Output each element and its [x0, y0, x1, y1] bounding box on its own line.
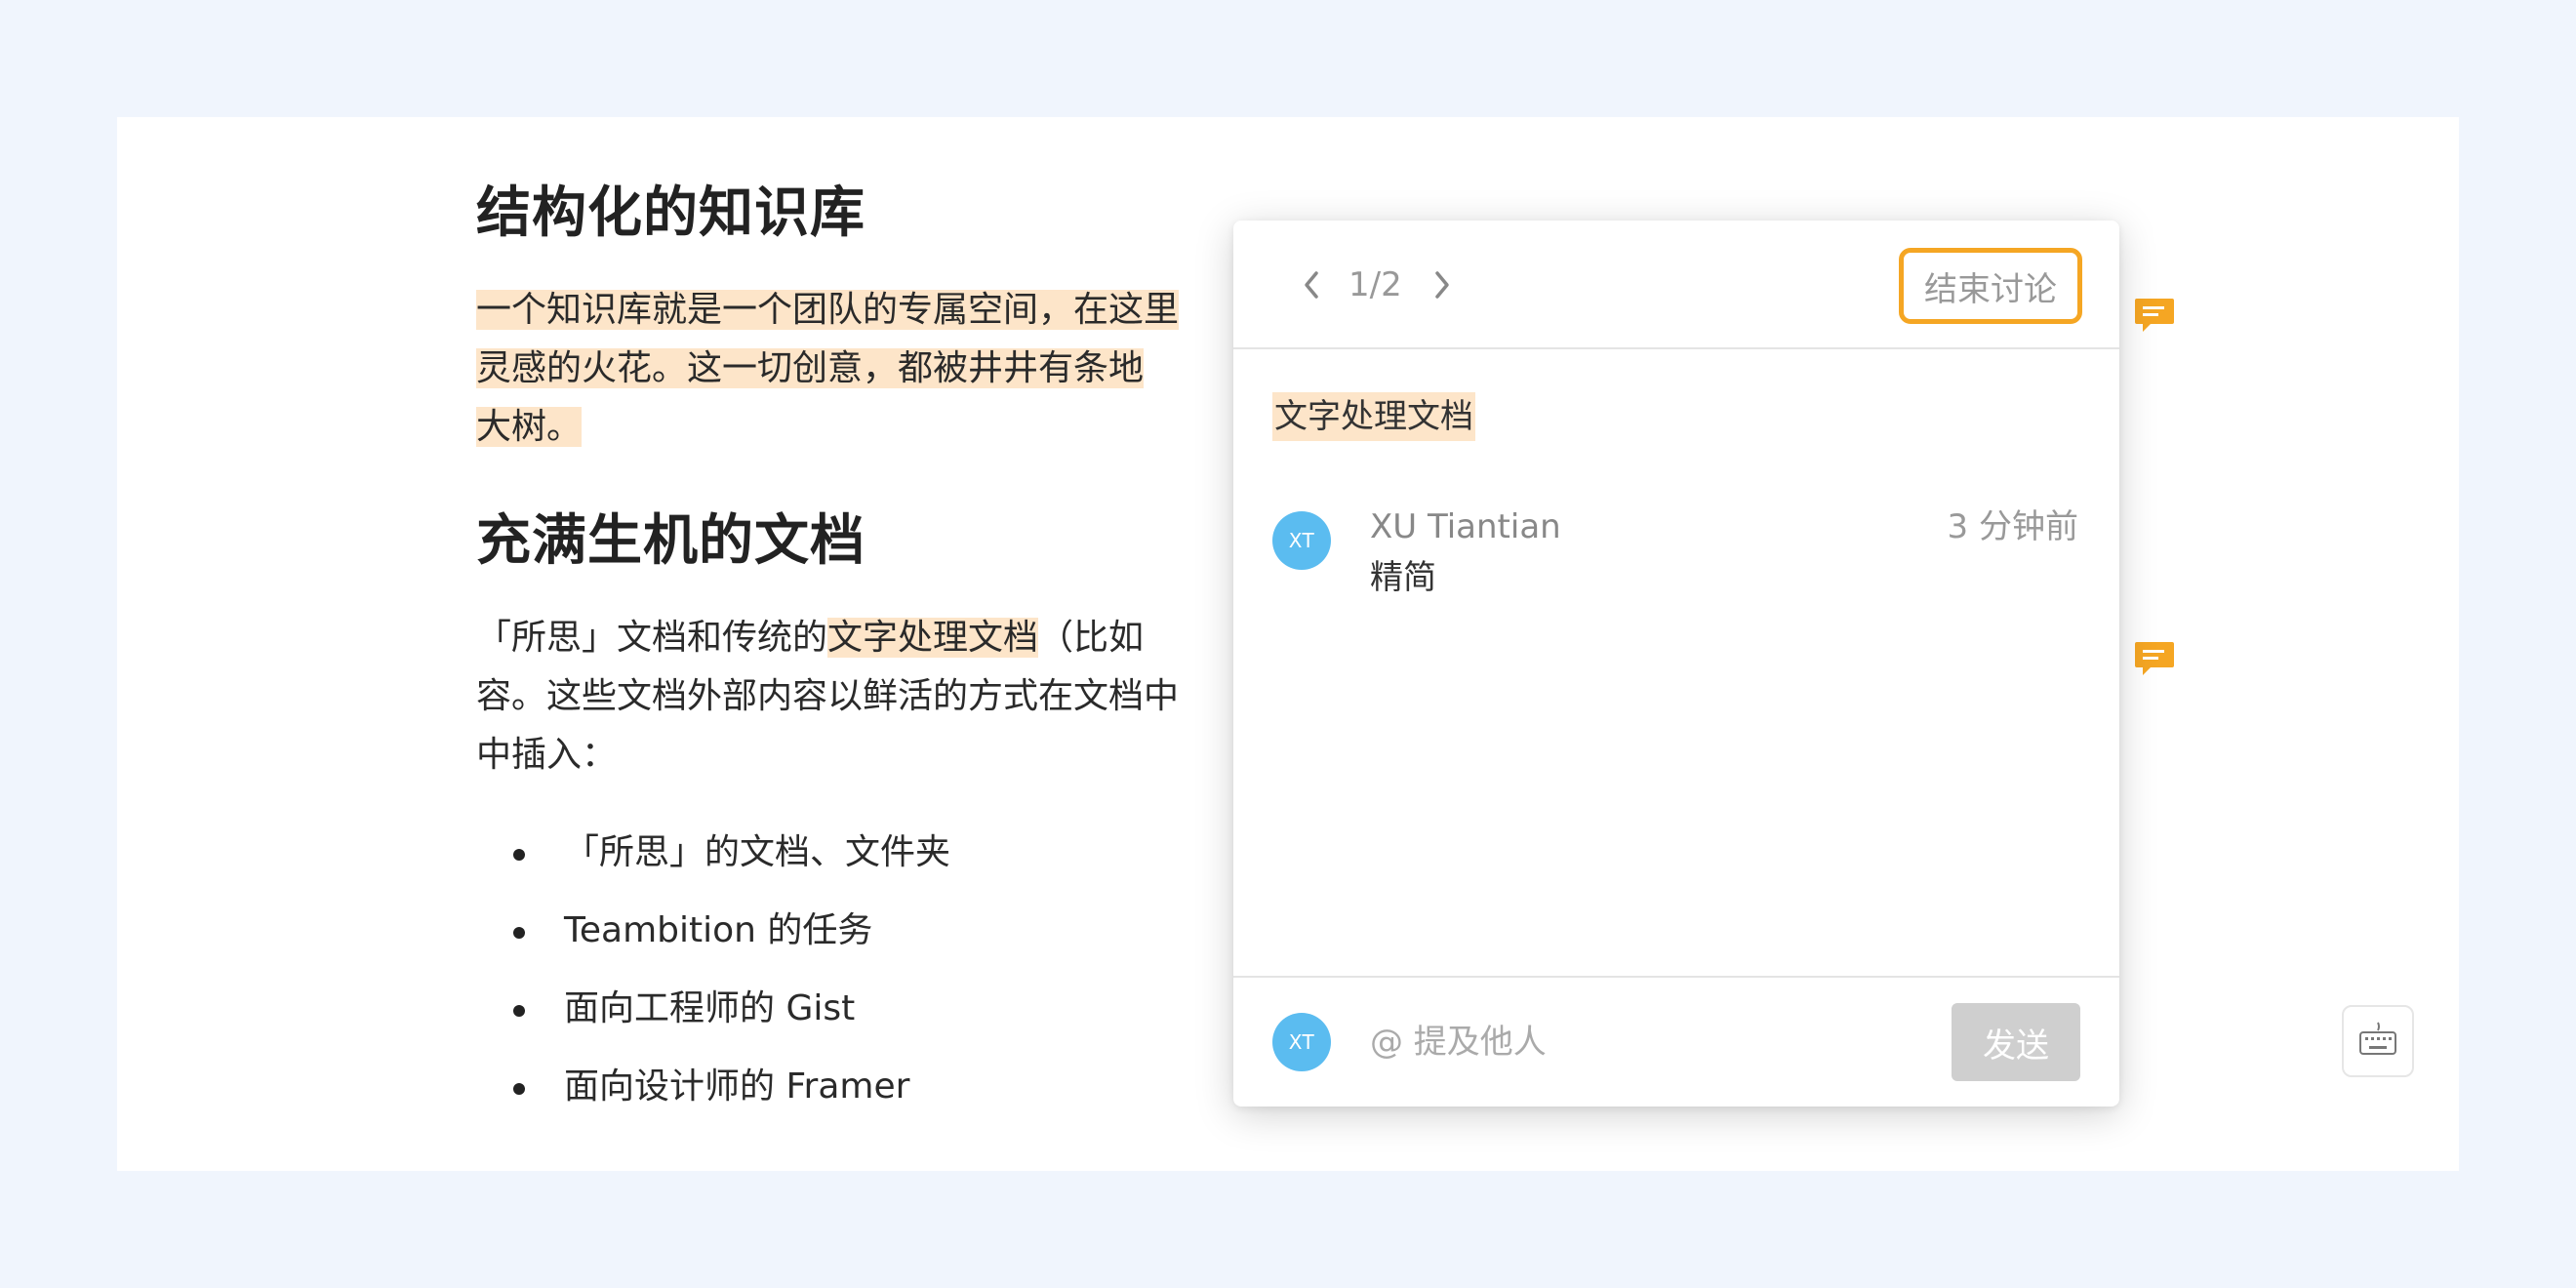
comment-panel: 1/2 结束讨论 文字处理文档 XT XU Tiantian 3 分钟前 精简 …	[1233, 221, 2119, 1107]
comment-pager: 1/2	[1348, 265, 1402, 304]
comment-panel-header: 1/2 结束讨论	[1233, 221, 2119, 349]
paragraph-text: 中插入：	[476, 735, 618, 775]
highlighted-text[interactable]: 大树。	[476, 407, 583, 447]
send-button[interactable]: 发送	[1952, 1003, 2080, 1081]
keyboard-shortcuts-button[interactable]	[2342, 1005, 2414, 1077]
highlighted-text[interactable]: 灵感的火花。这一切创意，都被井井有条地	[476, 348, 1145, 388]
highlighted-text[interactable]: 一个知识库就是一个团队的专属空间，在这里	[476, 290, 1180, 330]
comment-timestamp: 3 分钟前	[1947, 507, 2078, 546]
chevron-left-icon	[1302, 269, 1321, 304]
avatar[interactable]: XT	[1272, 511, 1331, 570]
comment-author: XU Tiantian	[1370, 507, 1561, 546]
quoted-text: 文字处理文档	[1272, 392, 1475, 441]
comment-bubble-icon[interactable]	[2133, 297, 2176, 336]
comment-body: 精简	[1370, 558, 1436, 597]
previous-comment-button[interactable]	[1294, 265, 1329, 308]
paragraph-text: 容。这些文档外部内容以鲜活的方式在文档中	[476, 676, 1180, 716]
highlighted-text[interactable]: 文字处理文档	[827, 618, 1039, 658]
comment-bubble-icon[interactable]	[2133, 640, 2176, 679]
end-discussion-button[interactable]: 结束讨论	[1899, 248, 2082, 324]
paragraph-text: 「所思」文档和传统的	[476, 618, 828, 658]
reply-input[interactable]	[1370, 1007, 1916, 1077]
next-comment-button[interactable]	[1425, 265, 1460, 308]
paragraph-text: （比如	[1038, 618, 1145, 658]
avatar: XT	[1272, 1013, 1331, 1071]
keyboard-icon	[2358, 1021, 2397, 1062]
chevron-right-icon	[1432, 269, 1452, 304]
comment-reply-footer: XT 发送	[1233, 976, 2119, 1107]
